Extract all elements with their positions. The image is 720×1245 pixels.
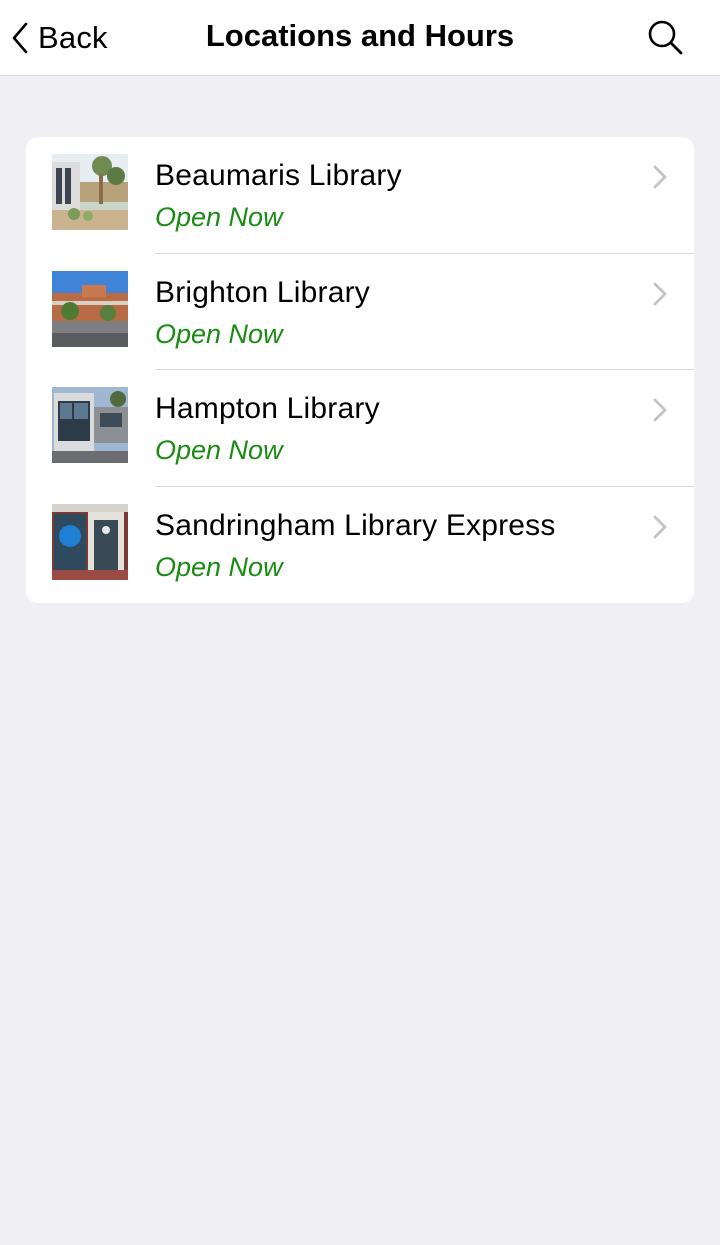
search-button[interactable] [646, 18, 686, 58]
hampton-library-photo [52, 387, 128, 463]
back-button[interactable]: Back [10, 16, 108, 60]
page-title: Locations and Hours [205, 18, 515, 53]
search-icon [648, 20, 683, 55]
back-label: Back [38, 20, 108, 55]
beaumaris-library-photo [52, 154, 128, 230]
open-status: Open Now [155, 551, 283, 582]
locations-list: Beaumaris Library Open Now Brighton Libr… [26, 137, 694, 603]
open-status: Open Now [155, 435, 283, 465]
chevron-right-icon [653, 515, 667, 538]
chevron-left-icon [12, 22, 28, 54]
location-name: Sandringham Library Express [155, 508, 556, 542]
list-item-sandringham-library-express[interactable]: Sandringham Library Express Open Now [26, 487, 694, 604]
location-name: Beaumaris Library [155, 159, 402, 192]
list-item-beaumaris-library[interactable]: Beaumaris Library Open Now [26, 137, 694, 254]
list-item-brighton-library[interactable]: Brighton Library Open Now [26, 254, 694, 370]
list-item-hampton-library[interactable]: Hampton Library Open Now [26, 370, 694, 487]
location-name: Brighton Library [155, 275, 370, 309]
navigation-bar: Back Locations and Hours [0, 0, 720, 76]
brighton-library-photo [52, 270, 128, 347]
chevron-right-icon [653, 398, 667, 422]
open-status: Open Now [155, 318, 283, 349]
sandringham-library-express-photo [52, 503, 128, 580]
open-status: Open Now [155, 202, 283, 232]
chevron-right-icon [653, 165, 667, 189]
chevron-right-icon [653, 282, 667, 305]
location-name: Hampton Library [155, 392, 380, 425]
